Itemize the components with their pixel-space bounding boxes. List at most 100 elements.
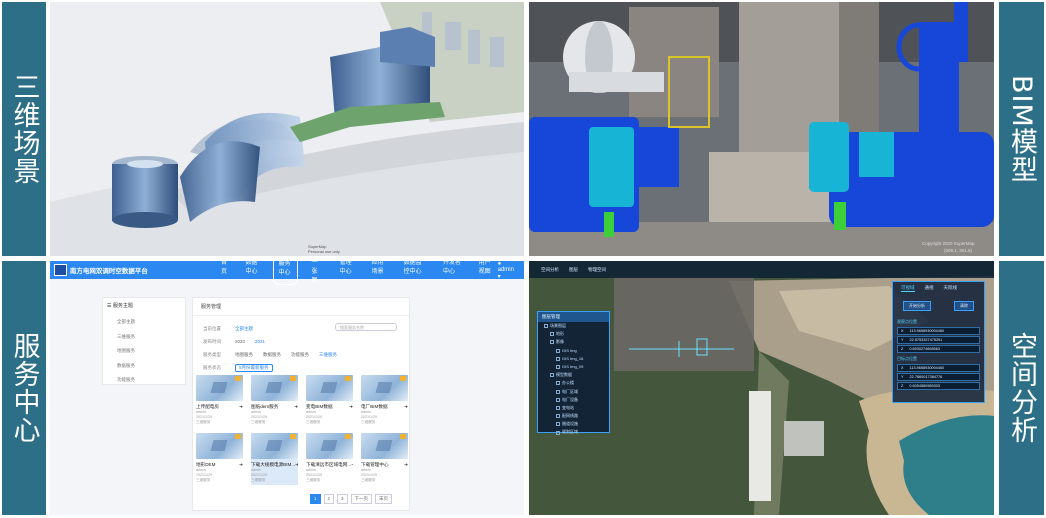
filter-type-map[interactable]: 地图服务 bbox=[235, 352, 253, 358]
service-card[interactable]: 图纸dem服务 ➜ admin 2021/1/29 三维服务 bbox=[251, 375, 298, 427]
clear-button[interactable]: 清除 bbox=[954, 301, 974, 311]
tree-item[interactable]: 配网线路 bbox=[538, 412, 609, 420]
pagination: 1 2 3 下一页 末页 bbox=[310, 494, 393, 504]
toolbar-layers[interactable]: 图层 bbox=[569, 267, 578, 273]
platform-logo bbox=[54, 264, 67, 276]
card-badge-icon bbox=[345, 376, 351, 381]
card-thumbnail bbox=[306, 433, 353, 459]
bim-model-screenshot[interactable]: Copyright 2020 SuperMap (509,1, 301.5) bbox=[529, 2, 994, 256]
tree-item[interactable]: 规划区域 bbox=[538, 428, 609, 436]
toolbar-spatial-analysis[interactable]: 空间分析 bbox=[541, 267, 559, 273]
theme-item-3d[interactable]: 三维服务 bbox=[103, 330, 185, 345]
label-service-center-text: 服务中心 bbox=[8, 332, 40, 444]
page-3[interactable]: 3 bbox=[337, 494, 348, 504]
target-x-field[interactable]: X 113.9658930094460 bbox=[897, 364, 980, 372]
service-card[interactable]: 下载清远市区域电网...➜ admin 2021/1/29 三维服务 bbox=[306, 433, 353, 485]
arrow-right-icon[interactable]: ➜ bbox=[294, 404, 298, 410]
service-card[interactable]: 电厂BIM数据 ➜ admin 2021/1/29 三维服务 bbox=[361, 375, 408, 427]
user-name: admin bbox=[497, 266, 514, 273]
page-2[interactable]: 2 bbox=[323, 494, 335, 504]
card-thumbnail bbox=[306, 375, 353, 401]
card-badge-icon bbox=[235, 434, 241, 439]
observer-section-title: 观察点位置 bbox=[897, 319, 917, 324]
tree-item[interactable]: 电厂设备 bbox=[538, 396, 609, 404]
theme-item-map[interactable]: 地图服务 bbox=[103, 344, 185, 359]
filter-type-function[interactable]: 功能服务 bbox=[291, 352, 309, 358]
target-y-field[interactable]: Y 22.7860017384776 bbox=[897, 373, 980, 381]
page-1[interactable]: 1 bbox=[310, 494, 321, 504]
tree-item[interactable]: GIS Img_09 bbox=[538, 363, 609, 371]
tab-viewshed[interactable]: 可视域 bbox=[901, 285, 915, 292]
nav-app-scenes[interactable]: 应用场景 bbox=[368, 261, 391, 285]
arrow-right-icon[interactable]: ➜ bbox=[295, 462, 298, 468]
tree-item[interactable]: 影像 bbox=[538, 338, 609, 346]
page-next[interactable]: 下一页 bbox=[350, 494, 373, 504]
nav-user-view[interactable]: 用户视图 bbox=[475, 261, 498, 285]
tree-item[interactable]: 电厂区域 bbox=[538, 388, 609, 396]
toolbar-physical-space[interactable]: 物理空间 bbox=[588, 267, 606, 273]
filter-type-3d[interactable]: 三维服务 bbox=[319, 352, 337, 358]
filter-time-2021[interactable]: 2021 bbox=[255, 339, 265, 344]
tree-item[interactable]: 变电站 bbox=[538, 404, 609, 412]
observer-x-field[interactable]: X 113.9658930094460 bbox=[897, 327, 980, 335]
theme-panel: ☰ 服务主题 全部主题 三维服务 地图服务 数据服务 功能服务 bbox=[102, 297, 186, 385]
card-type: 三维服务 bbox=[251, 420, 266, 424]
tree-item[interactable]: 隧道设施 bbox=[538, 420, 609, 428]
nav-home[interactable]: 首页 bbox=[217, 261, 232, 285]
arrow-right-icon[interactable]: ➜ bbox=[239, 404, 243, 410]
observer-z-field[interactable]: Z 0.6930274668563 bbox=[897, 345, 980, 353]
card-thumbnail bbox=[196, 375, 243, 401]
theme-item-function[interactable]: 功能服务 bbox=[103, 373, 185, 388]
observer-y-field[interactable]: Y 22.5753327475291 bbox=[897, 336, 980, 344]
service-card[interactable]: 下载管理中心 ➜ admin 2021/1/29 三维服务 bbox=[361, 433, 408, 485]
tab-skyline[interactable]: 天际线 bbox=[944, 285, 958, 292]
nav-dev-center[interactable]: 开发者中心 bbox=[439, 261, 466, 285]
top-nav: 首页 数据中心 服务中心 一张图 管理中心 应用场景 数据监控中心 开发者中心 … bbox=[217, 261, 498, 285]
card-badge-icon bbox=[235, 376, 241, 381]
page-last[interactable]: 末页 bbox=[375, 494, 393, 504]
nav-monitor-center[interactable]: 数据监控中心 bbox=[400, 261, 430, 285]
filter-time-label: 发布时间 bbox=[203, 338, 221, 344]
analysis-buttons: 开始分析 清除 bbox=[893, 295, 984, 317]
arrow-right-icon[interactable]: ➜ bbox=[239, 462, 243, 468]
arrow-right-icon[interactable]: ➜ bbox=[351, 462, 353, 468]
tree-item[interactable]: 模型数据 bbox=[538, 371, 609, 379]
service-search-input[interactable]: 搜索服务名称 bbox=[335, 323, 397, 331]
start-analysis-button[interactable]: 开始分析 bbox=[903, 301, 931, 311]
nav-service-center[interactable]: 服务中心 bbox=[273, 261, 299, 285]
filter-type-data[interactable]: 数据服务 bbox=[263, 352, 281, 358]
nav-data-center[interactable]: 数据中心 bbox=[242, 261, 265, 285]
card-type: 三维服务 bbox=[196, 478, 211, 482]
filter-status-latest[interactable]: 5月份最新服务 bbox=[235, 363, 273, 372]
service-card[interactable]: 上传配电房 ➜ admin 2021/1/29 三维服务 bbox=[196, 375, 243, 427]
filter-location-label: 当前位置 bbox=[203, 325, 221, 331]
theme-item-data[interactable]: 数据服务 bbox=[103, 359, 185, 374]
user-menu[interactable]: ● admin ▾ bbox=[498, 261, 518, 280]
target-z-field[interactable]: Z 0.6054580989303 bbox=[897, 382, 980, 391]
arrow-right-icon[interactable]: ➜ bbox=[404, 404, 408, 410]
theme-item-all[interactable]: 全部主题 bbox=[103, 315, 185, 330]
tree-item[interactable]: GIS Img bbox=[538, 347, 609, 355]
card-thumbnail bbox=[251, 375, 298, 401]
service-card[interactable]: 地形DEM ➜ admin 2021/1/29 三维服务 bbox=[196, 433, 243, 485]
service-card[interactable]: 变电BIM数据 ➜ admin 2021/1/29 三维服务 bbox=[306, 375, 353, 427]
tab-sightline[interactable]: 通视 bbox=[925, 285, 934, 292]
service-main-title: 服务管理 bbox=[193, 298, 409, 316]
card-thumbnail bbox=[196, 433, 243, 459]
tree-item[interactable]: GIS Img_16 bbox=[538, 355, 609, 363]
platform-title: 南方电网双调时空数据平台 bbox=[69, 268, 148, 275]
tree-item[interactable]: 地形 bbox=[538, 330, 609, 338]
nav-manage-center[interactable]: 管理中心 bbox=[336, 261, 359, 285]
city-3d-scene-screenshot[interactable]: SuperMap Personal use only bbox=[50, 2, 524, 256]
filter-location-value[interactable]: 全部主题 bbox=[235, 326, 253, 332]
nav-one-map[interactable]: 一张图 bbox=[307, 261, 326, 285]
city-scene-image: SuperMap Personal use only bbox=[50, 2, 524, 256]
tree-item[interactable]: 场景图层 bbox=[538, 322, 609, 330]
arrow-right-icon[interactable]: ➜ bbox=[404, 462, 408, 468]
arrow-right-icon[interactable]: ➜ bbox=[349, 404, 353, 410]
scene-watermark-2: Personal use only bbox=[308, 249, 340, 254]
filter-time-2020[interactable]: 2020 bbox=[235, 339, 245, 344]
filter-status-label: 服务状态 bbox=[203, 364, 221, 370]
tree-item[interactable]: 办公楼 bbox=[538, 379, 609, 387]
service-card-selected[interactable]: 下载大规模电源BIM... ➜ admin 2021/1/29 三维服务 bbox=[251, 433, 298, 485]
